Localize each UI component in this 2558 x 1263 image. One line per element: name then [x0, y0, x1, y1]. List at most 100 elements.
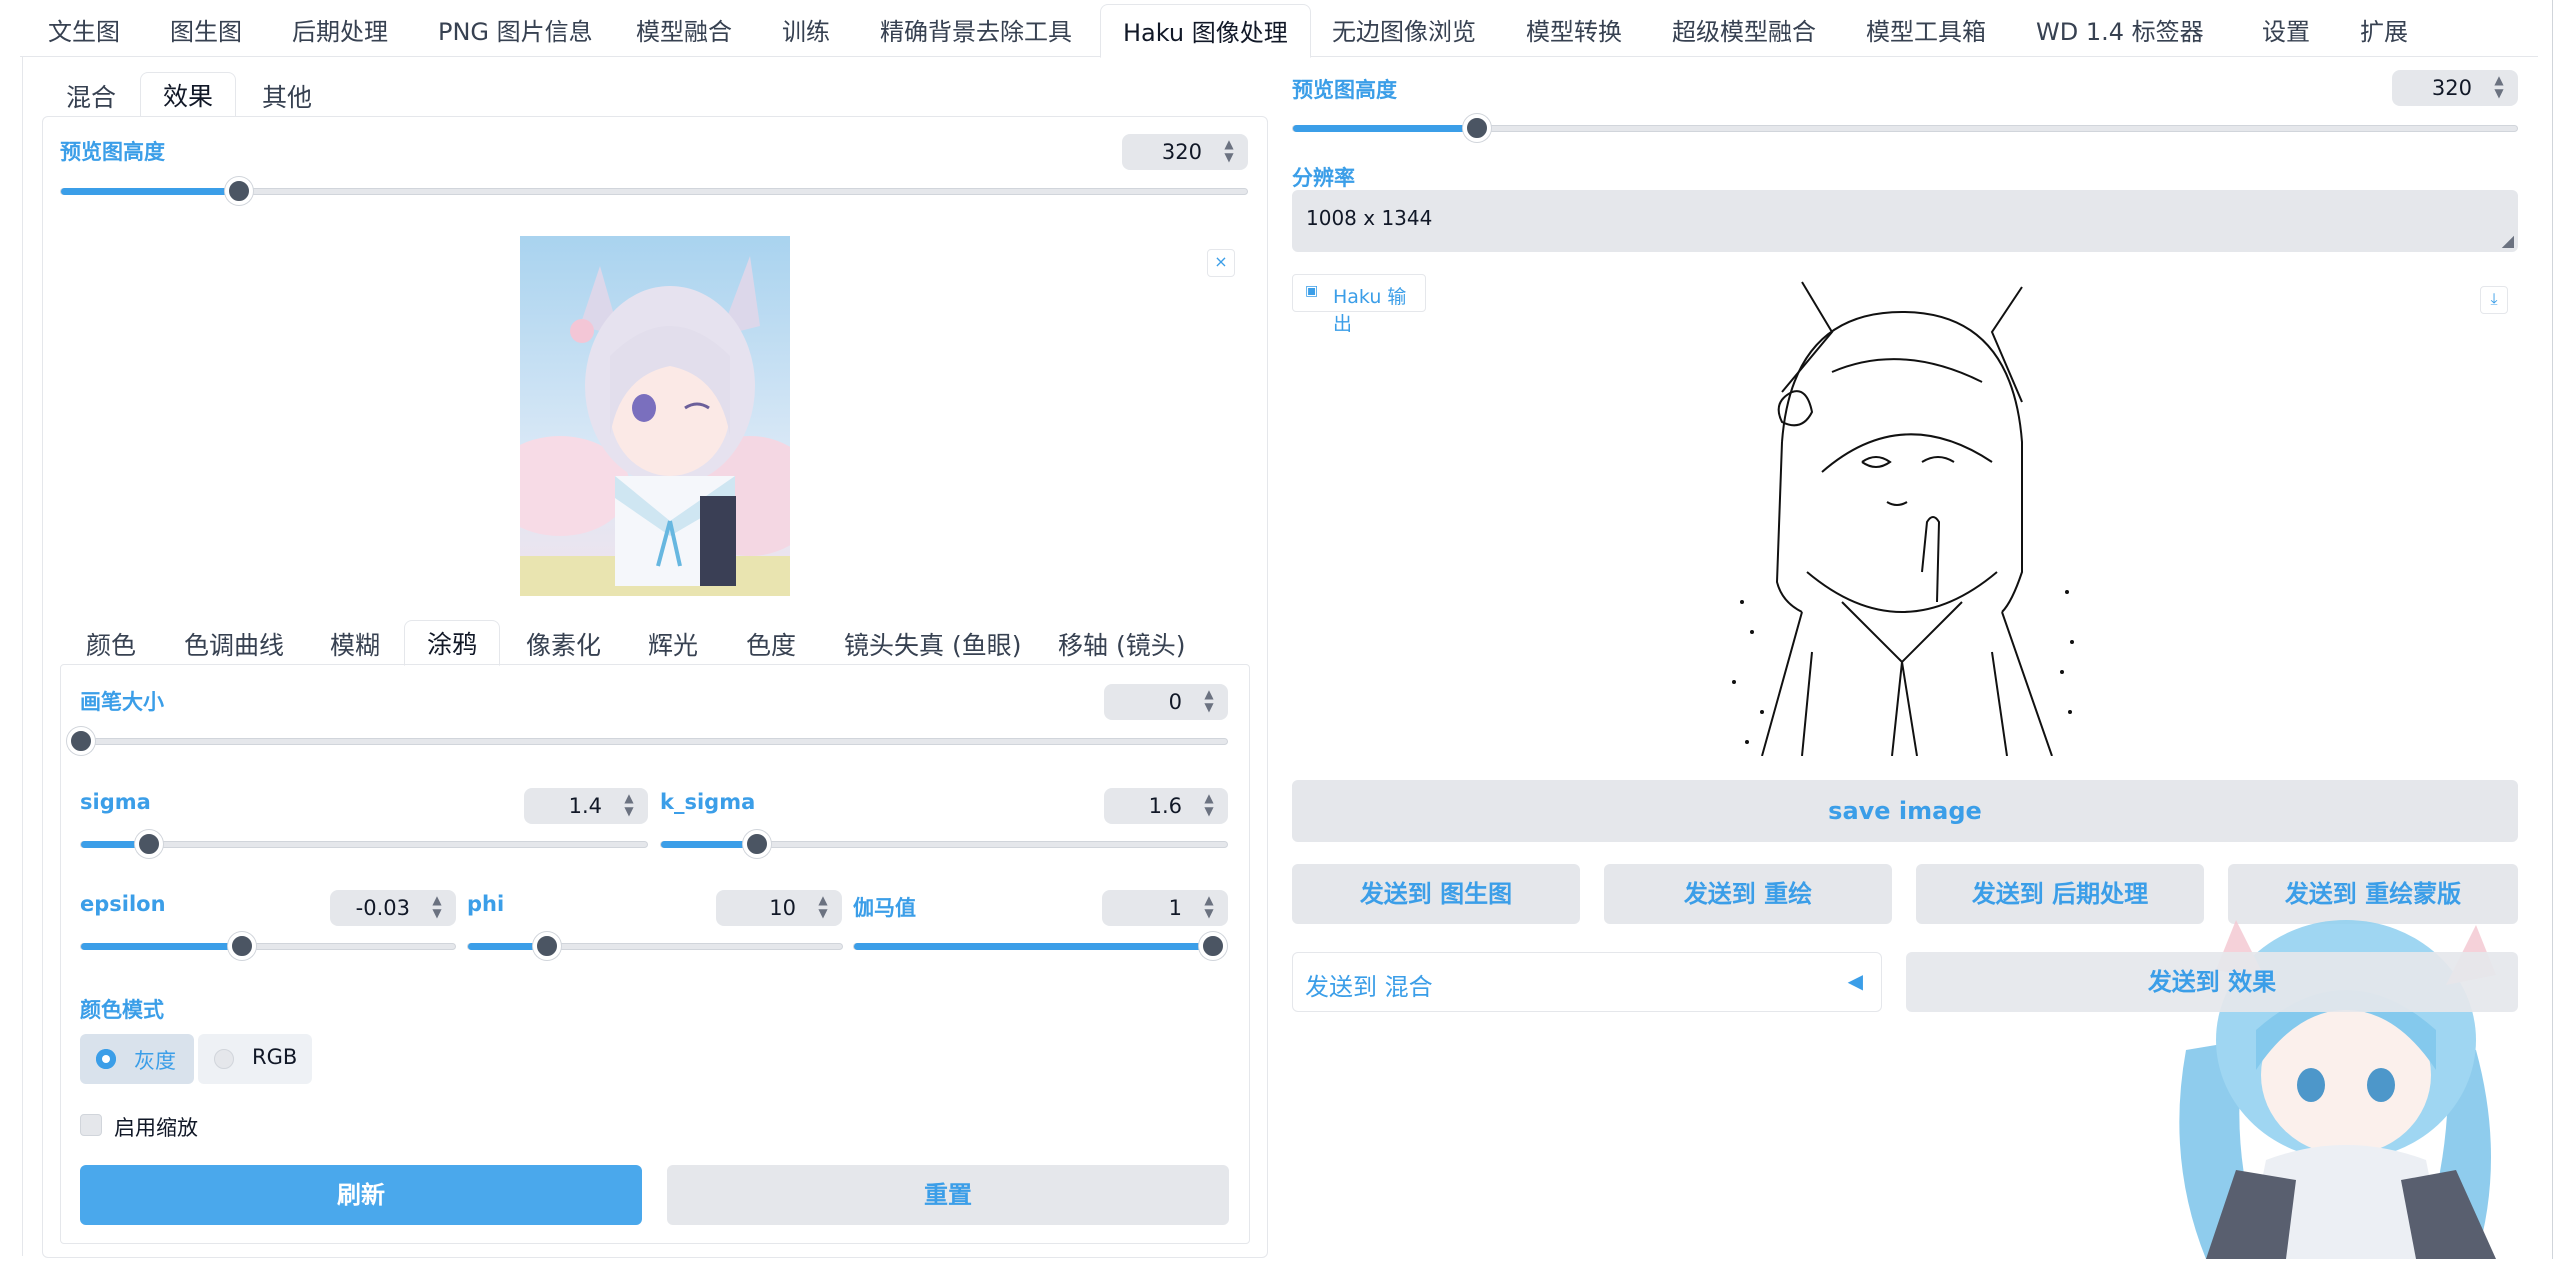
tab-wd-tagger[interactable]: WD 1.4 标签器	[2036, 14, 2204, 50]
color-mode-label: 颜色模式	[80, 998, 164, 1022]
gamma-label: 伽马值	[853, 896, 916, 920]
sigma-input[interactable]: 1.4 ▲ ▼	[524, 788, 648, 824]
tab-png-info[interactable]: PNG 图片信息	[438, 14, 593, 50]
slider-thumb[interactable]	[1462, 114, 1491, 142]
brush-size-label: 画笔大小	[80, 690, 164, 714]
tab-super-merge[interactable]: 超级模型融合	[1672, 14, 1816, 50]
tab-train[interactable]: 训练	[782, 14, 830, 50]
tab-settings[interactable]: 设置	[2262, 14, 2310, 50]
brush-size-input[interactable]: 0 ▲ ▼	[1104, 684, 1228, 720]
reset-button[interactable]: 重置	[667, 1165, 1229, 1225]
phi-input[interactable]: 10 ▲ ▼	[716, 890, 842, 926]
download-icon[interactable]: ⤓	[2480, 286, 2508, 314]
resize-handle-icon[interactable]: ◢	[2502, 231, 2514, 250]
resolution-value: 1008 x 1344	[1306, 206, 1433, 230]
send-to-blend-dropdown[interactable]: 发送到 混合 ◀	[1292, 952, 1882, 1012]
image-icon: ▣	[1305, 283, 1319, 299]
tab-model-convert[interactable]: 模型转换	[1526, 14, 1622, 50]
input-image[interactable]	[490, 236, 820, 596]
effect-tab-sketch[interactable]: 涂鸦	[404, 620, 501, 666]
tab-img2img[interactable]: 图生图	[170, 14, 242, 50]
phi-label: phi	[467, 892, 505, 916]
sigma-value: 1.4	[568, 794, 602, 818]
effect-tab-blur[interactable]: 模糊	[330, 628, 380, 664]
stepper-icon[interactable]: ▲ ▼	[1200, 792, 1218, 820]
tab-bg-removal[interactable]: 精确背景去除工具	[880, 14, 1072, 50]
epsilon-slider[interactable]	[80, 932, 456, 960]
stepper-icon[interactable]: ▲ ▼	[428, 894, 446, 922]
effect-tab-pixelize[interactable]: 像素化	[526, 628, 601, 664]
resolution-field[interactable]: 1008 x 1344 ◢	[1292, 190, 2518, 252]
output-preview-height-input[interactable]: 320 ▲ ▼	[2392, 70, 2518, 106]
subtab-blend[interactable]: 混合	[66, 80, 116, 116]
effect-tab-chroma[interactable]: 色度	[746, 628, 796, 664]
save-image-button[interactable]: save image	[1292, 780, 2518, 842]
send-to-effect-button[interactable]: 发送到 效果	[1906, 952, 2518, 1012]
preview-height-input[interactable]: 320 ▲ ▼	[1122, 134, 1248, 170]
effect-tab-fisheye[interactable]: 镜头失真 (鱼眼)	[844, 628, 1021, 664]
radio-dot-center	[102, 1055, 110, 1063]
tab-model-merge[interactable]: 模型融合	[636, 14, 732, 50]
haku-output-label: Haku 输出	[1333, 286, 1407, 335]
gamma-value: 1	[1168, 896, 1182, 920]
slider-fill	[1293, 125, 1477, 132]
epsilon-value: -0.03	[355, 896, 410, 920]
output-preview-height-slider[interactable]	[1292, 114, 2518, 142]
k-sigma-input[interactable]: 1.6 ▲ ▼	[1104, 788, 1228, 824]
send-to-img2img-button[interactable]: 发送到 图生图	[1292, 864, 1580, 924]
effect-tab-glow[interactable]: 辉光	[648, 628, 698, 664]
radio-rgb[interactable]: RGB	[198, 1034, 312, 1084]
refresh-button[interactable]: 刷新	[80, 1165, 642, 1225]
stepper-icon[interactable]: ▲ ▼	[814, 894, 832, 922]
haku-output-label-box: ▣ Haku 输出	[1292, 274, 1426, 335]
tab-extras[interactable]: 后期处理	[292, 14, 388, 50]
effect-tab-tilt-shift[interactable]: 移轴 (镜头)	[1058, 628, 1185, 664]
stepper-icon[interactable]: ▲ ▼	[620, 792, 638, 820]
brush-size-value: 0	[1168, 690, 1182, 714]
epsilon-input[interactable]: -0.03 ▲ ▼	[330, 890, 456, 926]
send-to-inpaint-button[interactable]: 发送到 重绘	[1604, 864, 1892, 924]
gamma-slider[interactable]	[853, 932, 1227, 960]
k-sigma-label: k_sigma	[660, 790, 756, 814]
radio-dot-selected	[96, 1049, 116, 1069]
k-sigma-slider[interactable]	[660, 830, 1228, 858]
send-to-blend-label: 发送到 混合	[1305, 973, 1433, 1001]
slider-thumb[interactable]	[134, 830, 163, 858]
tab-model-toolbox[interactable]: 模型工具箱	[1866, 14, 1986, 50]
effect-tab-curves[interactable]: 色调曲线	[184, 628, 284, 664]
sigma-slider[interactable]	[80, 830, 648, 858]
brush-size-slider[interactable]	[67, 727, 1228, 755]
output-image[interactable]	[1722, 272, 2084, 757]
stepper-icon[interactable]: ▲ ▼	[1220, 138, 1238, 166]
subtab-effect[interactable]: 效果	[140, 72, 237, 118]
slider-thumb[interactable]	[67, 727, 95, 755]
close-icon[interactable]: ×	[1207, 249, 1235, 277]
slider-fill	[854, 943, 1213, 950]
phi-slider[interactable]	[467, 932, 843, 960]
preview-height-slider[interactable]	[60, 177, 1248, 205]
radio-grayscale-label: 灰度	[134, 1049, 176, 1073]
effect-tab-color[interactable]: 颜色	[86, 628, 136, 664]
radio-grayscale[interactable]: 灰度	[80, 1034, 194, 1084]
slider-thumb[interactable]	[224, 177, 253, 205]
gamma-input[interactable]: 1 ▲ ▼	[1102, 890, 1228, 926]
tab-haku[interactable]: Haku 图像处理	[1100, 4, 1311, 58]
subtab-other[interactable]: 其他	[262, 80, 312, 116]
preview-height-label: 预览图高度	[60, 140, 165, 164]
slider-thumb[interactable]	[227, 932, 256, 960]
sigma-label: sigma	[80, 790, 151, 814]
scrollbar-edge[interactable]	[2552, 0, 2553, 1259]
slider-thumb[interactable]	[532, 932, 561, 960]
tab-txt2img[interactable]: 文生图	[48, 14, 120, 50]
resolution-label: 分辨率	[1292, 166, 1355, 190]
tab-infinite-browser[interactable]: 无边图像浏览	[1332, 14, 1476, 50]
enable-scale-checkbox[interactable]	[80, 1114, 102, 1136]
output-preview-height-value: 320	[2431, 76, 2472, 100]
stepper-icon[interactable]: ▲ ▼	[1200, 894, 1218, 922]
slider-thumb[interactable]	[1199, 932, 1227, 960]
stepper-icon[interactable]: ▲ ▼	[2490, 74, 2508, 102]
tab-extensions[interactable]: 扩展	[2360, 14, 2408, 50]
stepper-icon[interactable]: ▲ ▼	[1200, 688, 1218, 716]
main-tab-bar: 文生图 图生图 后期处理 PNG 图片信息 模型融合 训练 精确背景去除工具 H…	[20, 0, 2546, 62]
preview-height-value: 320	[1161, 140, 1202, 164]
